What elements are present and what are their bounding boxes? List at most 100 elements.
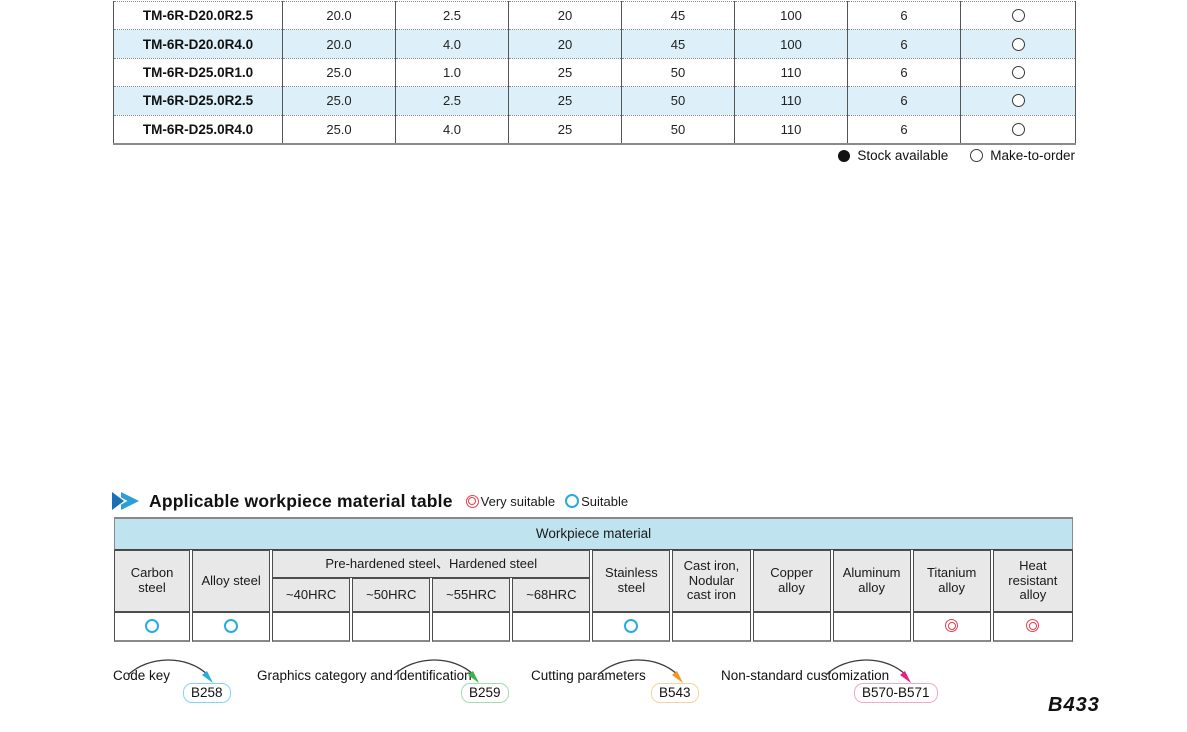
col-header-alloy-steel: Alloy steel xyxy=(192,550,270,612)
dimension-cell: 25 xyxy=(509,87,622,115)
stock-available-label: Stock available xyxy=(857,148,948,163)
page-ref-chip[interactable]: B543 xyxy=(651,683,699,703)
dimension-cell: 110 xyxy=(735,87,848,115)
rating-cell xyxy=(753,612,831,642)
suitable-icon xyxy=(224,619,238,633)
dimension-cell: 20 xyxy=(509,30,622,58)
col-header-hrc40: ~40HRC xyxy=(272,578,350,612)
dimension-cell: 2.5 xyxy=(396,87,509,115)
make-to-order-icon xyxy=(1012,9,1025,22)
col-header-aluminum-alloy: Aluminum alloy xyxy=(833,550,911,612)
footnote-graphics-category: Graphics category and identification B25… xyxy=(257,668,472,683)
dimension-cell: 100 xyxy=(735,30,848,58)
dimension-cell: 100 xyxy=(735,2,848,30)
spec-table-row: TM-6R-D20.0R4.020.04.020451006 xyxy=(114,30,1076,58)
make-to-order-icon xyxy=(970,149,983,162)
dimension-cell: 25.0 xyxy=(283,115,396,144)
dimension-cell: 110 xyxy=(735,58,848,86)
dimension-cell: 6 xyxy=(848,58,961,86)
stock-legend: Stock available Make-to-order xyxy=(838,148,1075,163)
dimension-cell: 25 xyxy=(509,115,622,144)
very-suitable-icon xyxy=(945,619,958,632)
double-chevron-icon xyxy=(112,490,140,512)
catalog-page: TM-6R-D20.0R2.520.02.520451006TM-6R-D20.… xyxy=(0,0,1187,732)
rating-cell xyxy=(512,612,590,642)
rating-cell xyxy=(672,612,750,642)
dimension-cell: 20.0 xyxy=(283,2,396,30)
very-suitable-icon xyxy=(466,495,479,508)
dimension-cell: 50 xyxy=(622,58,735,86)
col-header-hrc55: ~55HRC xyxy=(432,578,510,612)
model-cell: TM-6R-D25.0R2.5 xyxy=(114,87,283,115)
stock-status-cell xyxy=(961,30,1076,58)
make-to-order-icon xyxy=(1012,66,1025,79)
dimension-cell: 25.0 xyxy=(283,58,396,86)
dimension-cell: 50 xyxy=(622,115,735,144)
material-values-row xyxy=(114,612,1073,642)
col-header-stainless-steel: Stainless steel xyxy=(592,550,670,612)
rating-cell xyxy=(993,612,1073,642)
suitability-legend: Very suitable Suitable xyxy=(466,494,634,509)
col-header-hardened-group: Pre-hardened steel、Hardened steel xyxy=(272,550,590,578)
col-header-cast-iron: Cast iron, Nodular cast iron xyxy=(672,550,750,612)
very-suitable-label: Very suitable xyxy=(481,494,555,509)
col-header-heat-resistant-alloy: Heat resistant alloy xyxy=(993,550,1073,612)
dimension-cell: 20 xyxy=(509,2,622,30)
dimension-cell: 6 xyxy=(848,115,961,144)
dimension-cell: 2.5 xyxy=(396,2,509,30)
suitable-icon xyxy=(565,494,579,508)
dimension-cell: 45 xyxy=(622,30,735,58)
spec-table-body: TM-6R-D20.0R2.520.02.520451006TM-6R-D20.… xyxy=(114,2,1076,144)
stock-available-icon xyxy=(838,150,850,162)
spec-table-row: TM-6R-D25.0R1.025.01.025501106 xyxy=(114,58,1076,86)
rating-cell xyxy=(432,612,510,642)
page-ref-chip[interactable]: B259 xyxy=(461,683,509,703)
model-cell: TM-6R-D25.0R1.0 xyxy=(114,58,283,86)
rating-cell xyxy=(592,612,670,642)
col-header-titanium-alloy: Titanium alloy xyxy=(913,550,991,612)
section-title: Applicable workpiece material table xyxy=(149,491,453,512)
rating-cell xyxy=(913,612,991,642)
suitable-legend-item: Suitable xyxy=(565,494,628,509)
footnote-non-standard-customization: Non-standard customization B570-B571 xyxy=(721,668,889,683)
very-suitable-legend-item: Very suitable xyxy=(466,494,555,509)
dimension-cell: 50 xyxy=(622,87,735,115)
footnote-code-key: Code key B258 xyxy=(113,668,170,683)
material-section-heading: Applicable workpiece material table Very… xyxy=(112,490,634,512)
model-cell: TM-6R-D20.0R2.5 xyxy=(114,2,283,30)
page-number: B433 xyxy=(1048,694,1100,717)
footnote-cutting-parameters: Cutting parameters B543 xyxy=(531,668,646,683)
col-header-hrc50: ~50HRC xyxy=(352,578,430,612)
col-header-carbon-steel: Carbon steel xyxy=(114,550,190,612)
rating-cell xyxy=(114,612,190,642)
col-header-copper-alloy: Copper alloy xyxy=(753,550,831,612)
model-cell: TM-6R-D20.0R4.0 xyxy=(114,30,283,58)
dimension-cell: 45 xyxy=(622,2,735,30)
stock-status-cell xyxy=(961,2,1076,30)
workpiece-material-table: Workpiece material Carbon steel Alloy st… xyxy=(112,517,1075,642)
very-suitable-icon xyxy=(1026,619,1039,632)
stock-status-cell xyxy=(961,115,1076,144)
dimension-cell: 25 xyxy=(509,58,622,86)
rating-cell xyxy=(272,612,350,642)
spec-table-row: TM-6R-D20.0R2.520.02.520451006 xyxy=(114,2,1076,30)
stock-status-cell xyxy=(961,87,1076,115)
col-header-hrc68: ~68HRC xyxy=(512,578,590,612)
dimension-cell: 4.0 xyxy=(396,115,509,144)
dimension-cell: 1.0 xyxy=(396,58,509,86)
suitable-icon xyxy=(624,619,638,633)
page-ref-chip[interactable]: B570-B571 xyxy=(854,683,938,703)
make-to-order-label: Make-to-order xyxy=(990,148,1075,163)
stock-status-cell xyxy=(961,58,1076,86)
dimension-cell: 110 xyxy=(735,115,848,144)
rating-cell xyxy=(833,612,911,642)
rating-cell xyxy=(192,612,270,642)
dimension-cell: 6 xyxy=(848,30,961,58)
spec-table-row: TM-6R-D25.0R2.525.02.525501106 xyxy=(114,87,1076,115)
dimension-cell: 4.0 xyxy=(396,30,509,58)
page-ref-chip[interactable]: B258 xyxy=(183,683,231,703)
dimension-cell: 6 xyxy=(848,2,961,30)
model-cell: TM-6R-D25.0R4.0 xyxy=(114,115,283,144)
dimension-cell: 20.0 xyxy=(283,30,396,58)
dimension-cell: 6 xyxy=(848,87,961,115)
